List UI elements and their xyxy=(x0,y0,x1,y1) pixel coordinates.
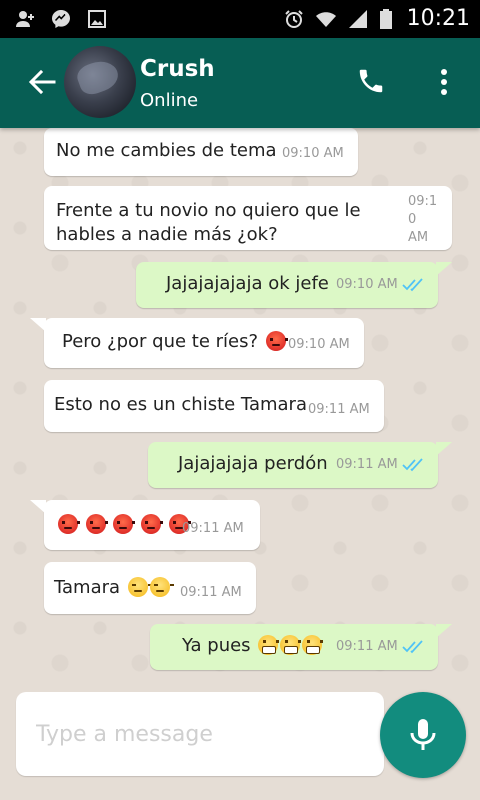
message-outgoing[interactable]: Ya pues 09:11 AM xyxy=(150,624,452,670)
message-time: 09:11 AM xyxy=(180,585,242,600)
signal-icon xyxy=(348,9,367,28)
message-time: 09:11 AM xyxy=(336,639,398,654)
message-text: Tamara xyxy=(54,577,174,598)
unamused-face-emoji xyxy=(127,577,152,597)
message-text: Esto no es un chiste Tamara xyxy=(54,394,307,415)
chat-header: Crush Online xyxy=(0,38,480,128)
more-vert-icon[interactable] xyxy=(432,66,456,98)
message-incoming[interactable]: 09:11 AM xyxy=(30,500,260,550)
battery-icon xyxy=(379,8,392,29)
message-time: 09:10 AM xyxy=(288,337,350,352)
image-icon xyxy=(88,10,106,28)
message-text: Pero ¿por que te ríes? xyxy=(62,331,259,352)
add-contact-icon xyxy=(16,11,34,27)
message-text: Tamara xyxy=(54,577,121,598)
message-text: Ya pues xyxy=(182,635,324,656)
microphone-icon xyxy=(410,719,436,750)
angry-face-emoji xyxy=(58,514,80,534)
grinning-face-emoji xyxy=(258,635,280,655)
avatar[interactable] xyxy=(64,46,136,118)
alarm-icon xyxy=(284,9,303,28)
message-text: Jajajajaja perdón xyxy=(178,453,328,474)
message-text: No me cambies de tema xyxy=(56,140,277,161)
composer-bar xyxy=(0,684,480,800)
grinning-face-emoji xyxy=(302,635,324,655)
message-time: 09:11 AM xyxy=(308,402,370,417)
read-ticks-icon xyxy=(402,278,423,292)
message-incoming[interactable]: Frente a tu novio no quiero que le hable… xyxy=(44,186,452,250)
angry-face-emoji xyxy=(113,514,136,534)
message-time: 09:10 AM xyxy=(336,277,398,292)
message-text: Frente a tu novio no quiero que le xyxy=(56,200,361,221)
message-text: Pero ¿por que te ríes? xyxy=(62,331,288,352)
message-time: AM xyxy=(408,230,429,245)
angry-face-emoji xyxy=(265,331,288,351)
message-input-box[interactable] xyxy=(16,692,384,776)
wifi-icon xyxy=(315,11,336,27)
unamused-face-emoji xyxy=(149,577,174,597)
mic-button[interactable] xyxy=(380,692,466,778)
message-incoming[interactable]: No me cambies de tema 09:10 AM xyxy=(44,128,358,176)
message-time: 0 xyxy=(408,212,417,227)
message-time: 09:1 xyxy=(408,194,438,209)
contact-status: Online xyxy=(140,90,199,111)
message-text: Ya pues xyxy=(182,635,251,656)
back-arrow-icon[interactable] xyxy=(26,66,58,98)
message-text: hables a nadie más ¿ok? xyxy=(56,224,278,245)
contact-name[interactable]: Crush xyxy=(140,56,215,82)
message-incoming[interactable]: Esto no es un chiste Tamara 09:11 AM xyxy=(44,380,384,432)
read-ticks-icon xyxy=(402,458,423,472)
emoji-row xyxy=(56,514,191,535)
message-incoming[interactable]: Tamara 09:11 AM xyxy=(44,562,256,614)
clock: 10:21 xyxy=(406,6,470,31)
message-text: Jajajajajaja ok jefe xyxy=(166,273,329,294)
phone-icon[interactable] xyxy=(356,66,386,96)
messenger-icon xyxy=(52,10,70,28)
message-time: 09:11 AM xyxy=(336,457,398,472)
grinning-face-emoji xyxy=(280,635,302,655)
message-incoming[interactable]: Pero ¿por que te ríes? 09:10 AM xyxy=(30,318,364,368)
angry-face-emoji xyxy=(141,514,164,534)
message-outgoing[interactable]: Jajajajaja perdón 09:11 AM xyxy=(148,442,452,488)
status-bar: 10:21 xyxy=(0,0,480,38)
message-outgoing[interactable]: Jajajajajaja ok jefe 09:10 AM xyxy=(136,262,452,308)
message-time: 09:11 AM xyxy=(182,521,244,536)
message-time: 09:10 AM xyxy=(282,146,344,161)
message-input[interactable] xyxy=(36,714,366,754)
angry-face-emoji xyxy=(85,514,108,534)
message-list[interactable]: No me cambies de tema 09:10 AM Frente a … xyxy=(0,128,480,684)
read-ticks-icon xyxy=(402,640,423,654)
